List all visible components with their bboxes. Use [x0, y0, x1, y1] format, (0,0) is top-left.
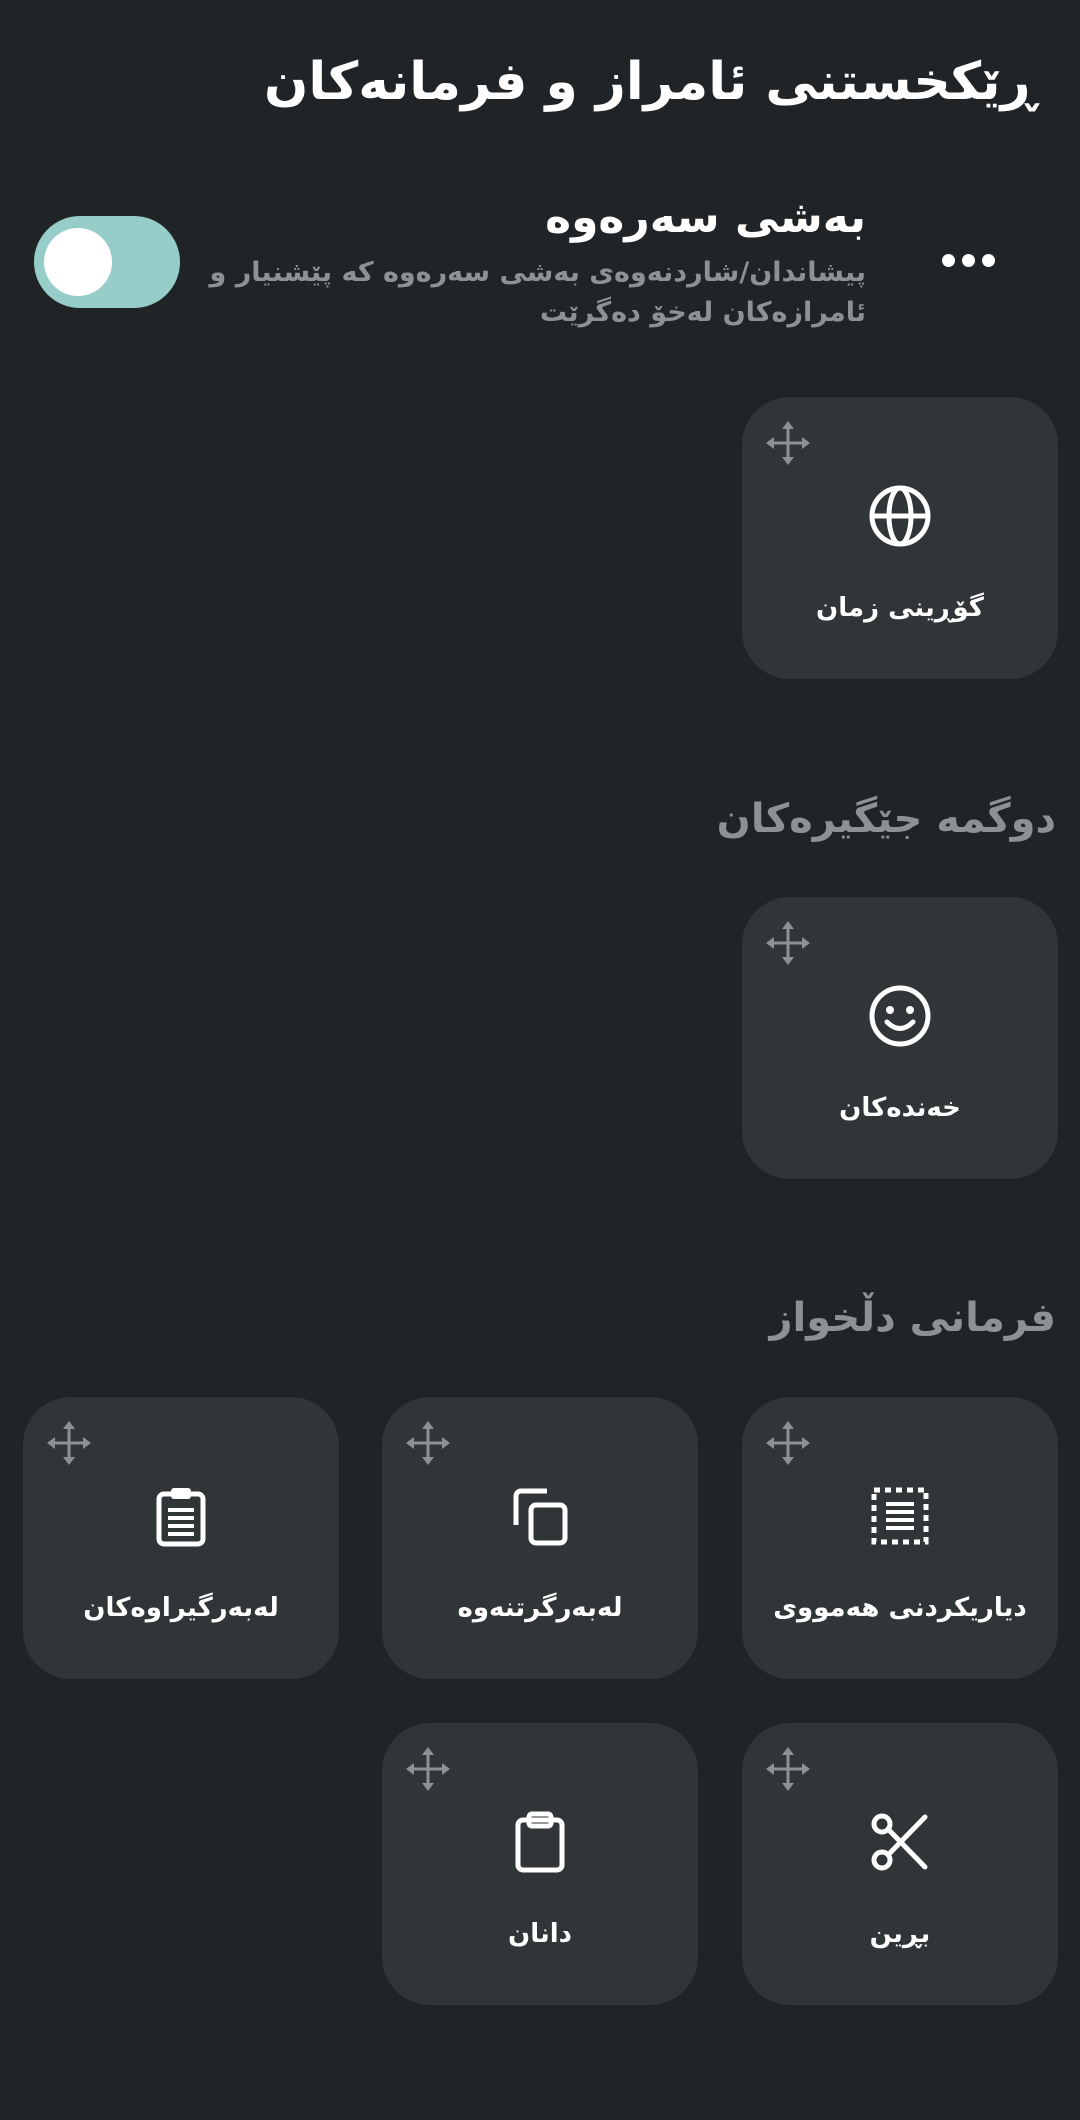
- move-handle-icon[interactable]: [766, 1421, 810, 1465]
- more-options-button[interactable]: [930, 230, 1006, 290]
- toggle-knob: [44, 228, 112, 296]
- tile-label: خەندەکان: [839, 1093, 961, 1123]
- globe-icon: [869, 485, 931, 547]
- section-title-fixed-buttons: دوگمە جێگیرەکان: [716, 796, 1056, 842]
- scissors-icon: [871, 1813, 928, 1871]
- tile-copy[interactable]: لەبەرگرتنەوە: [382, 1397, 698, 1679]
- move-handle-icon[interactable]: [766, 421, 810, 465]
- page-title: ڕێکخستنی ئامراز و فرمانەکان: [264, 52, 1036, 112]
- tile-label: گۆڕینی زمان: [816, 593, 984, 623]
- tile-label: دیاریکردنی هەمووی: [773, 1593, 1027, 1623]
- tile-label: دانان: [508, 1919, 572, 1949]
- toolbar-toggle[interactable]: [34, 216, 180, 308]
- copy-icon: [513, 1488, 568, 1546]
- move-handle-icon[interactable]: [766, 921, 810, 965]
- move-handle-icon[interactable]: [406, 1421, 450, 1465]
- section-title-custom-commands: فرمانی دڵخواز: [769, 1295, 1056, 1341]
- tile-label: بڕین: [869, 1919, 931, 1949]
- tile-paste[interactable]: دانان: [382, 1723, 698, 2005]
- tile-label: لەبەرگرتنەوە: [457, 1593, 623, 1623]
- tile-label: لەبەرگیراوەکان: [83, 1593, 279, 1623]
- move-handle-icon[interactable]: [406, 1747, 450, 1791]
- more-horiz-icon: [941, 253, 955, 267]
- clipboard-list-icon: [156, 1488, 206, 1547]
- toolbar-setting-title: بەشی سەرەوە: [545, 192, 866, 243]
- toolbar-setting-description: پیشاندان/شاردنەوەی بەشی سەرەوە کە پێشنیا…: [209, 257, 866, 328]
- smiley-icon: [869, 985, 931, 1047]
- tile-cut[interactable]: بڕین: [742, 1723, 1058, 2005]
- select-all-icon: [871, 1487, 929, 1545]
- tile-emojis[interactable]: خەندەکان: [742, 897, 1058, 1179]
- tile-clipboard[interactable]: لەبەرگیراوەکان: [23, 1397, 339, 1679]
- tile-change-language[interactable]: گۆڕینی زمان: [742, 397, 1058, 679]
- paste-icon: [515, 1811, 565, 1873]
- tile-select-all[interactable]: دیاریکردنی هەمووی: [742, 1397, 1058, 1679]
- move-handle-icon[interactable]: [47, 1421, 91, 1465]
- move-handle-icon[interactable]: [766, 1747, 810, 1791]
